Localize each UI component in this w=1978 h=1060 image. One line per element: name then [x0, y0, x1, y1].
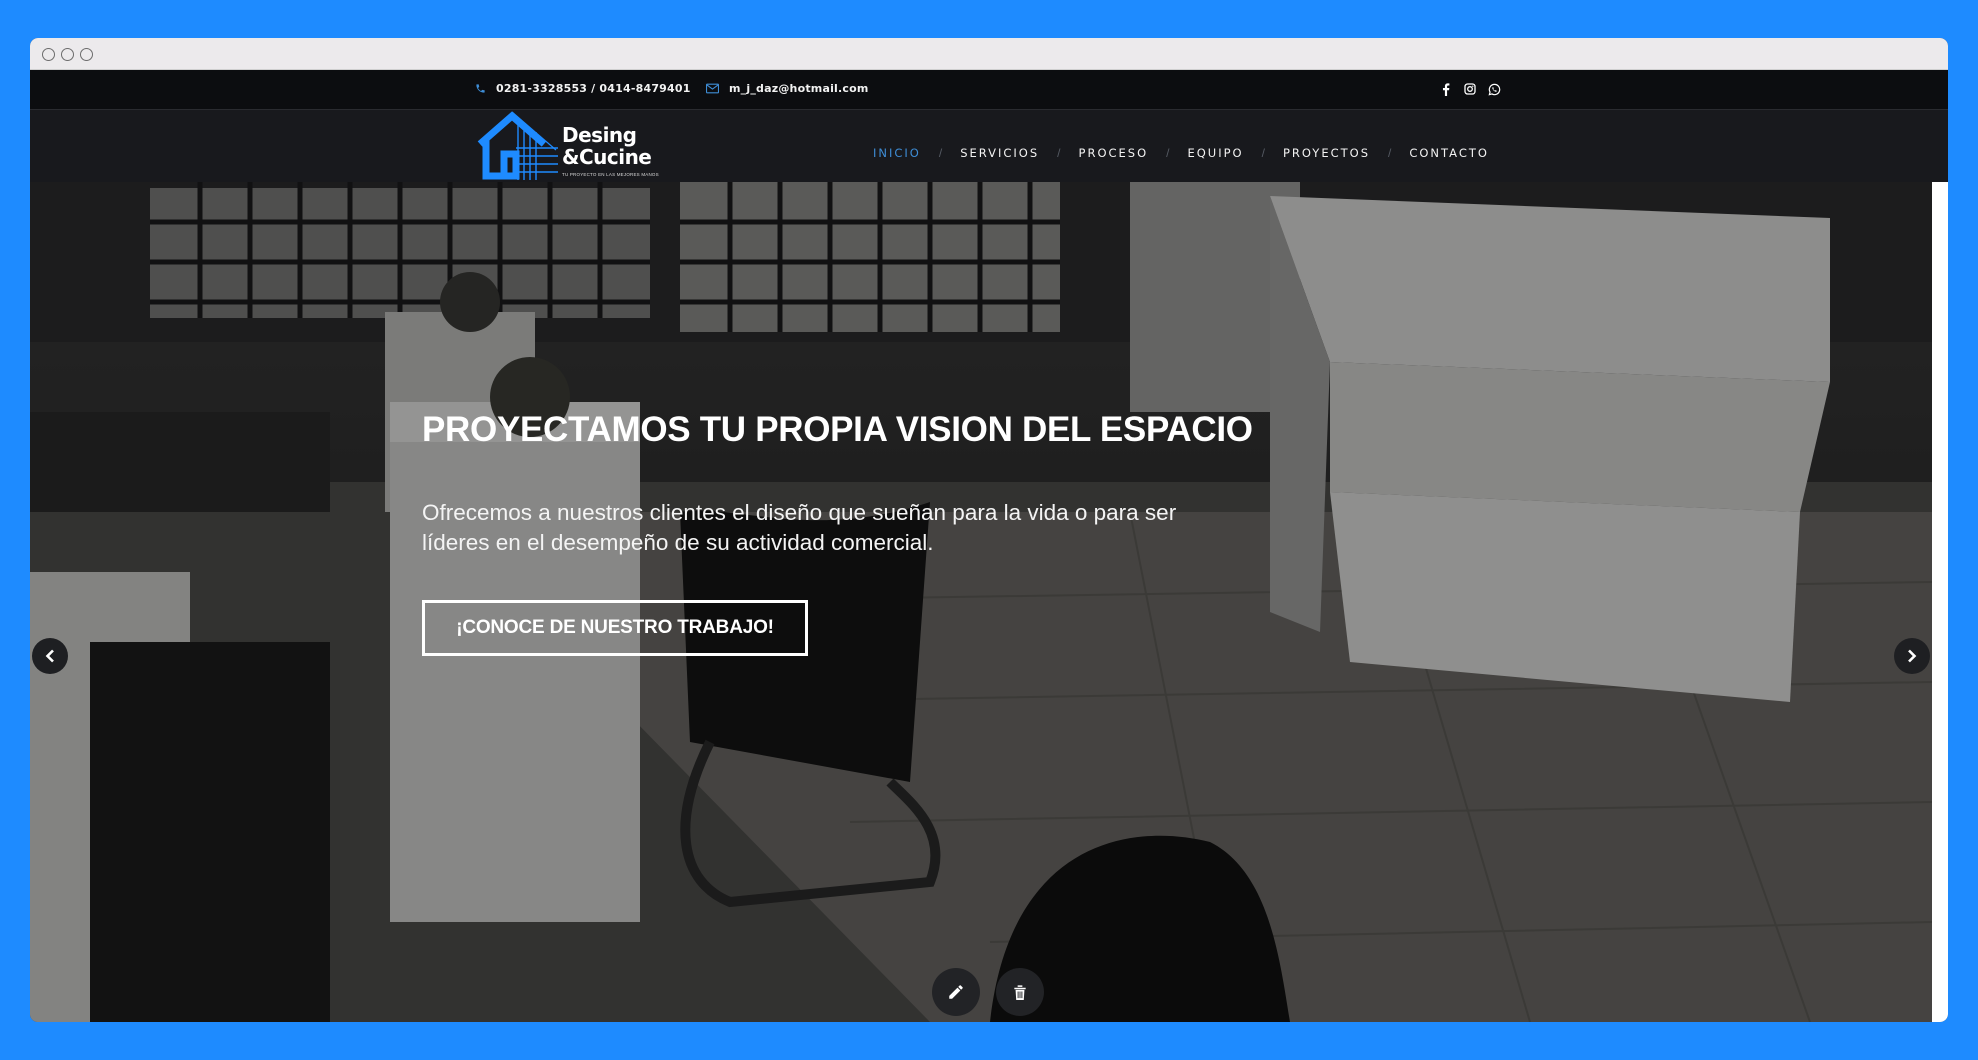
logo-text-line1: Desing [562, 123, 637, 147]
phone-contact[interactable]: 0281-3328553 / 0414-8479401 [475, 82, 691, 95]
nav-item-equipo[interactable]: EQUIPO [1187, 146, 1243, 160]
edit-button[interactable] [932, 968, 980, 1016]
window-dot-minimize[interactable] [61, 48, 74, 61]
whatsapp-icon[interactable] [1486, 81, 1502, 97]
nav-separator: / [1166, 146, 1170, 160]
nav-separator: / [938, 146, 943, 160]
logo[interactable]: Desing &Cucine TU PROYECTO EN LAS MEJORE… [472, 110, 672, 182]
nav-item-servicios[interactable]: SERVICIOS [960, 146, 1039, 160]
envelope-icon [706, 83, 719, 94]
nav-separator: / [1261, 146, 1265, 160]
email-contact[interactable]: m_j_daz@hotmail.com [706, 82, 869, 95]
slider-prev-button[interactable] [32, 638, 68, 674]
page-scrollbar[interactable] [1932, 182, 1948, 1022]
nav-item-inicio[interactable]: INICIO [873, 146, 921, 160]
trash-icon [1014, 984, 1026, 1000]
pencil-icon [949, 985, 963, 999]
nav-separator: / [1388, 146, 1392, 160]
chevron-right-icon [1908, 649, 1917, 663]
phone-text: 0281-3328553 / 0414-8479401 [496, 82, 691, 95]
window-dot-close[interactable] [42, 48, 55, 61]
nav-item-proyectos[interactable]: PROYECTOS [1283, 146, 1370, 160]
hero-title: PROYECTAMOS TU PROPIA VISION DEL ESPACIO [422, 410, 1253, 449]
window-dot-maximize[interactable] [80, 48, 93, 61]
topbar: 0281-3328553 / 0414-8479401 m_j_daz@hotm… [30, 70, 1948, 110]
instagram-icon[interactable] [1462, 81, 1478, 97]
phone-icon [476, 84, 485, 93]
facebook-icon[interactable] [1438, 81, 1454, 97]
browser-chrome [30, 38, 1948, 70]
main-nav: INICIO / SERVICIOS / PROCESO / EQUIPO / … [873, 146, 1489, 160]
chevron-left-icon [45, 649, 54, 663]
slider-next-button[interactable] [1894, 638, 1930, 674]
nav-separator: / [1057, 146, 1061, 160]
nav-item-proceso[interactable]: PROCESO [1079, 146, 1149, 160]
hero-description: Ofrecemos a nuestros clientes el diseño … [422, 500, 1177, 555]
hero-overlay [30, 182, 1932, 1022]
email-text: m_j_daz@hotmail.com [729, 82, 869, 95]
logo-tagline: TU PROYECTO EN LAS MEJORES MANOS [562, 172, 659, 177]
logo-text-line2: &Cucine [562, 145, 652, 169]
hero-slider: PROYECTAMOS TU PROPIA VISION DEL ESPACIO… [30, 182, 1932, 1022]
house-logo-icon [477, 111, 558, 180]
browser-window: 0281-3328553 / 0414-8479401 m_j_daz@hotm… [30, 38, 1948, 1022]
main-navbar: Desing &Cucine TU PROYECTO EN LAS MEJORE… [30, 110, 1948, 182]
nav-item-contacto[interactable]: CONTACTO [1409, 146, 1489, 160]
delete-button[interactable] [996, 968, 1044, 1016]
cta-button[interactable]: ¡CONOCE DE NUESTRO TRABAJO! [422, 600, 808, 656]
